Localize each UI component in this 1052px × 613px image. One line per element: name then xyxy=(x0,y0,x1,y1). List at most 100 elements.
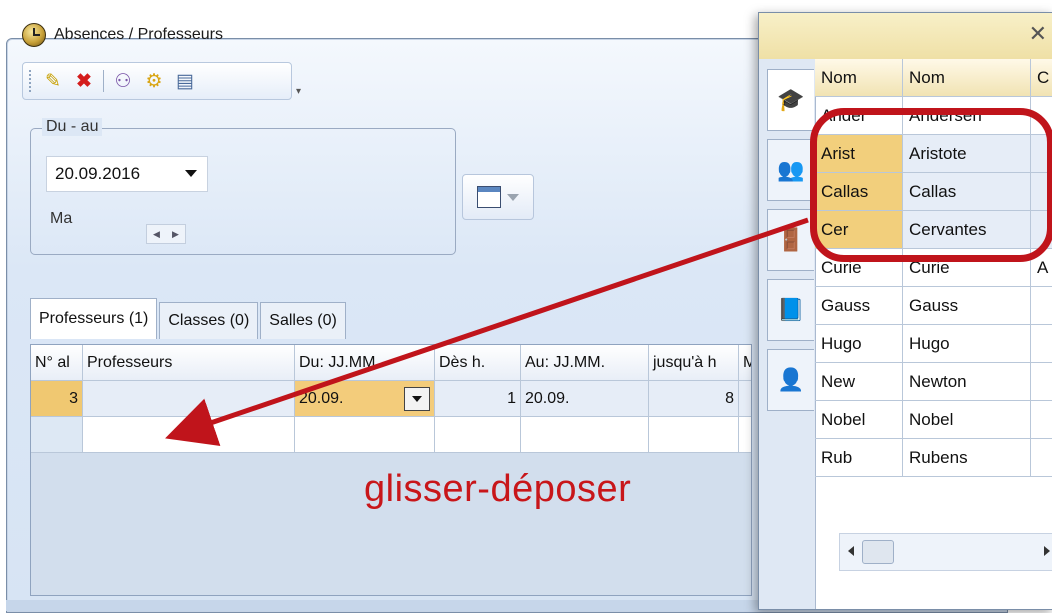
column-header[interactable]: Du: JJ.MM. xyxy=(295,345,435,381)
list-item[interactable]: Gauss Gauss xyxy=(815,287,1052,325)
to-date-cell[interactable] xyxy=(521,417,649,453)
list-item[interactable]: Ander Andersen xyxy=(815,97,1052,135)
to-date-cell[interactable]: 20.09. xyxy=(521,381,649,417)
list-item[interactable]: Rub Rubens xyxy=(815,439,1052,477)
day-label: Ma xyxy=(50,210,73,227)
column-header[interactable]: C xyxy=(1031,59,1052,97)
popup-title-bar[interactable]: ✕ xyxy=(759,13,1052,60)
to-hour-cell[interactable] xyxy=(649,417,739,453)
teacher-short[interactable]: Callas xyxy=(815,173,903,211)
spin-left-icon[interactable]: ◀ xyxy=(153,229,160,240)
calendar-button[interactable] xyxy=(462,174,534,220)
settings-icon[interactable]: ⚙ xyxy=(142,69,166,93)
toolbar-overflow-icon[interactable]: ▾ xyxy=(296,86,301,97)
toolbar-grip[interactable] xyxy=(29,70,34,92)
window-title-bar: Absences / Professeurs xyxy=(22,22,223,48)
clock-icon xyxy=(22,23,46,47)
teacher-name[interactable]: Andersen xyxy=(903,97,1031,135)
teacher-extra[interactable] xyxy=(1031,439,1052,477)
from-date-cell[interactable] xyxy=(295,417,435,453)
extra-cell[interactable] xyxy=(739,381,751,417)
teacher-name[interactable]: Rubens xyxy=(903,439,1031,477)
teacher-name[interactable]: Aristote xyxy=(903,135,1031,173)
column-header[interactable]: Au: JJ.MM. xyxy=(521,345,649,381)
list-item[interactable]: Arist Aristote xyxy=(815,135,1052,173)
teacher-extra[interactable] xyxy=(1031,135,1052,173)
door-icon[interactable]: 🚪 xyxy=(767,209,814,271)
teacher-short[interactable]: Gauss xyxy=(815,287,903,325)
from-hour-cell[interactable]: 1 xyxy=(435,381,521,417)
teacher-short[interactable]: New xyxy=(815,363,903,401)
date-picker[interactable]: 20.09.2016 xyxy=(46,156,208,192)
teacher-short[interactable]: Rub xyxy=(815,439,903,477)
teacher-extra[interactable] xyxy=(1031,287,1052,325)
table-row[interactable] xyxy=(31,417,751,453)
day-spinner[interactable]: ◀ ▶ xyxy=(146,224,186,244)
chevron-down-icon[interactable] xyxy=(507,193,519,201)
teacher-extra[interactable] xyxy=(1031,173,1052,211)
person-icon[interactable]: 👤 xyxy=(767,349,814,411)
column-header[interactable]: N° al xyxy=(31,345,83,381)
absence-number[interactable]: 3 xyxy=(31,381,83,417)
horizontal-scrollbar[interactable] xyxy=(839,533,1052,571)
tab-classes[interactable]: Classes (0) xyxy=(159,302,259,339)
clipboard-icon[interactable]: ▤ xyxy=(173,69,197,93)
scroll-right-icon[interactable] xyxy=(1044,546,1050,556)
teacher-short[interactable]: Nobel xyxy=(815,401,903,439)
column-header[interactable]: Nom xyxy=(903,59,1031,97)
teacher-extra[interactable]: A xyxy=(1031,249,1052,287)
list-item[interactable]: New Newton xyxy=(815,363,1052,401)
column-header[interactable]: Nom xyxy=(815,59,903,97)
teacher-name[interactable]: Gauss xyxy=(903,287,1031,325)
extra-cell[interactable] xyxy=(739,417,751,453)
calendar-icon xyxy=(477,186,501,208)
teacher-short[interactable]: Cer xyxy=(815,211,903,249)
scroll-left-icon[interactable] xyxy=(848,546,854,556)
chevron-down-icon[interactable] xyxy=(185,170,197,177)
list-item[interactable]: Hugo Hugo xyxy=(815,325,1052,363)
from-date-cell[interactable]: 20.09. xyxy=(295,381,435,417)
teacher-extra[interactable] xyxy=(1031,211,1052,249)
teacher-short[interactable]: Hugo xyxy=(815,325,903,363)
spin-right-icon[interactable]: ▶ xyxy=(172,229,179,240)
teacher-short[interactable]: Curie xyxy=(815,249,903,287)
teacher-name[interactable]: Cervantes xyxy=(903,211,1031,249)
to-hour-cell[interactable]: 8 xyxy=(649,381,739,417)
teacher-name[interactable]: Callas xyxy=(903,173,1031,211)
teacher-extra[interactable] xyxy=(1031,401,1052,439)
tab-salles[interactable]: Salles (0) xyxy=(260,302,346,339)
teacher-short[interactable]: Ander xyxy=(815,97,903,135)
column-header[interactable]: M xyxy=(739,345,751,381)
teacher-cell[interactable] xyxy=(83,417,295,453)
delete-icon[interactable]: ✖ xyxy=(72,69,96,93)
teacher-extra[interactable] xyxy=(1031,363,1052,401)
new-icon[interactable]: ✎ xyxy=(41,69,65,93)
teacher-extra[interactable] xyxy=(1031,97,1052,135)
book-icon[interactable]: 📘 xyxy=(767,279,814,341)
scroll-thumb[interactable] xyxy=(862,540,894,564)
column-header[interactable]: jusqu'à h xyxy=(649,345,739,381)
teacher-short[interactable]: Arist xyxy=(815,135,903,173)
column-header[interactable]: Dès h. xyxy=(435,345,521,381)
teacher-extra[interactable] xyxy=(1031,325,1052,363)
from-hour-cell[interactable] xyxy=(435,417,521,453)
table-row[interactable]: 3 20.09. 1 20.09. 8 xyxy=(31,381,751,417)
list-item[interactable]: Curie Curie A xyxy=(815,249,1052,287)
column-header[interactable]: Professeurs xyxy=(83,345,295,381)
new-row-indicator[interactable] xyxy=(31,417,83,453)
close-icon[interactable]: ✕ xyxy=(1029,21,1047,47)
list-item[interactable]: Callas Callas xyxy=(815,173,1052,211)
chevron-down-icon[interactable] xyxy=(404,387,430,411)
grid-header-row: N° al Professeurs Du: JJ.MM. Dès h. Au: … xyxy=(31,345,751,381)
teacher-cell[interactable] xyxy=(83,381,295,417)
users-icon[interactable]: ⚇ xyxy=(111,69,135,93)
teacher-name[interactable]: Newton xyxy=(903,363,1031,401)
teacher-name[interactable]: Curie xyxy=(903,249,1031,287)
list-item[interactable]: Nobel Nobel xyxy=(815,401,1052,439)
list-item[interactable]: Cer Cervantes xyxy=(815,211,1052,249)
group-icon[interactable]: 👥 xyxy=(767,139,814,201)
graduation-cap-icon[interactable]: 🎓 xyxy=(767,69,814,131)
teacher-name[interactable]: Hugo xyxy=(903,325,1031,363)
tab-professeurs[interactable]: Professeurs (1) xyxy=(30,298,158,339)
teacher-name[interactable]: Nobel xyxy=(903,401,1031,439)
